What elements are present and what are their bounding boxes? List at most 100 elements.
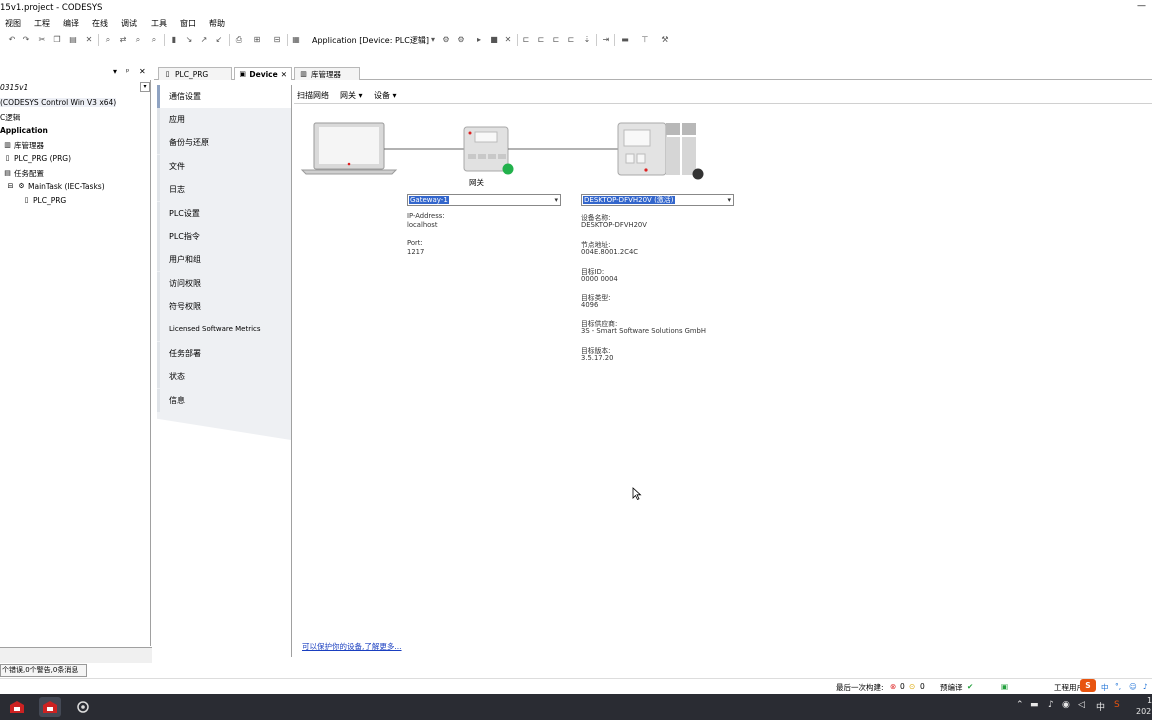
- find-replace-icon[interactable]: ⌕: [149, 34, 159, 45]
- gateway-select[interactable]: Gateway-1 ▾: [407, 194, 561, 206]
- nav-information[interactable]: 信息: [157, 389, 291, 412]
- copy-icon[interactable]: ❐: [52, 34, 62, 45]
- cut-icon[interactable]: ✂: [37, 34, 47, 45]
- step-out-icon[interactable]: ⊏: [566, 34, 576, 45]
- reset-icon[interactable]: ✕: [503, 34, 513, 45]
- write-values-icon[interactable]: ⇥: [601, 34, 611, 45]
- ime-punct-icon[interactable]: °,: [1115, 682, 1121, 691]
- nav-files[interactable]: 文件: [157, 155, 291, 178]
- active-application-label[interactable]: Application [Device: PLC逻辑]: [312, 35, 429, 46]
- menu-view[interactable]: 视图: [5, 18, 21, 29]
- menu-build[interactable]: 编译: [63, 18, 79, 29]
- microphone-icon[interactable]: ♪: [1048, 700, 1054, 710]
- volume-icon[interactable]: ◁: [1078, 700, 1085, 710]
- redo-icon[interactable]: ↷: [21, 34, 31, 45]
- build-icon[interactable]: ▦: [291, 34, 301, 45]
- bookmark-next-icon[interactable]: ↘: [184, 34, 194, 45]
- find-icon[interactable]: ⌕: [103, 34, 113, 45]
- sogou-tray-icon[interactable]: S: [1114, 700, 1120, 710]
- ime-emoji-icon[interactable]: ☺: [1129, 682, 1137, 691]
- nav-plc-shell[interactable]: PLC指令: [157, 225, 291, 248]
- tree-item-application[interactable]: Application: [0, 126, 48, 135]
- ime-logo-icon[interactable]: S: [1080, 679, 1096, 692]
- device-menu-button[interactable]: 设备 ▾: [374, 90, 397, 101]
- nav-applications[interactable]: 应用: [157, 108, 291, 131]
- menu-debug[interactable]: 调试: [121, 18, 137, 29]
- collapse-icon[interactable]: ⊟: [6, 182, 15, 191]
- gateway-menu-button[interactable]: 网关 ▾: [340, 90, 363, 101]
- close-icon[interactable]: ✕: [139, 67, 146, 76]
- run-to-cursor-icon[interactable]: ⇣: [582, 34, 592, 45]
- settings-icon[interactable]: ⚒: [660, 34, 670, 45]
- print-icon[interactable]: ⎙: [234, 34, 244, 45]
- step-over-icon[interactable]: ⊏: [536, 34, 546, 45]
- nav-task-deployment[interactable]: 任务部署: [157, 342, 291, 365]
- tree-item-plc-prg[interactable]: ▯ PLC_PRG (PRG): [3, 154, 71, 163]
- plc-device-icon[interactable]: [617, 122, 704, 180]
- tab-device[interactable]: ▣ Device ✕: [234, 67, 292, 80]
- nav-communication[interactable]: 通信设置: [157, 85, 291, 108]
- nav-licensed-metrics[interactable]: Licensed Software Metrics: [157, 318, 291, 341]
- nav-plc-settings[interactable]: PLC设置: [157, 202, 291, 225]
- messages-tab[interactable]: 个错误,0个警告,0条消息: [0, 664, 87, 677]
- tree-item-task-config[interactable]: ▤ 任务配置: [3, 168, 44, 179]
- replace-icon[interactable]: ⇄: [118, 34, 128, 45]
- tree-dropdown-icon[interactable]: ▾: [140, 82, 150, 92]
- stop-icon[interactable]: ■: [489, 34, 499, 45]
- chevron-down-icon[interactable]: ▾: [428, 34, 438, 45]
- ime-voice-icon[interactable]: ♪: [1143, 682, 1148, 691]
- tree-item-device[interactable]: (CODESYS Control Win V3 x64): [0, 98, 116, 107]
- clock-time[interactable]: 1: [1147, 696, 1152, 705]
- tree-item-maintask[interactable]: ⊟ ⚙ MainTask (IEC-Tasks): [6, 182, 105, 191]
- tree-item-plc-prg-call[interactable]: ▯ PLC_PRG: [22, 196, 67, 205]
- taskbar-codesys-icon[interactable]: [6, 697, 28, 717]
- new-folder-icon[interactable]: ⊟: [272, 34, 282, 45]
- network-icon[interactable]: ◉: [1062, 700, 1070, 710]
- taskbar-codesys-active-icon[interactable]: [39, 697, 61, 717]
- tree-item-plc-logic[interactable]: C逻辑: [0, 112, 20, 123]
- menu-tools[interactable]: 工具: [151, 18, 167, 29]
- bookmark-icon[interactable]: ▮: [169, 34, 179, 45]
- minimize-button[interactable]: —: [1137, 1, 1146, 11]
- tab-plc-prg[interactable]: ▯ PLC_PRG: [158, 67, 232, 80]
- menu-window[interactable]: 窗口: [180, 18, 196, 29]
- run-icon[interactable]: ▸: [474, 34, 484, 45]
- nav-access-rights[interactable]: 访问权限: [157, 272, 291, 295]
- protect-device-link[interactable]: 可以保护你的设备,了解更多...: [302, 641, 402, 652]
- pin-icon[interactable]: ᵖ: [126, 67, 129, 76]
- nav-log[interactable]: 日志: [157, 178, 291, 201]
- menu-help[interactable]: 帮助: [209, 18, 225, 29]
- force-values-icon[interactable]: ▬: [620, 34, 630, 45]
- login-icon[interactable]: ⚙: [441, 34, 451, 45]
- tab-library-manager[interactable]: ▥ 库管理器: [294, 67, 360, 80]
- panel-menu-icon[interactable]: ▾: [113, 67, 117, 76]
- unforce-icon[interactable]: ⊤: [640, 34, 650, 45]
- ime-chinese-icon[interactable]: 中: [1101, 682, 1109, 693]
- battery-icon[interactable]: ▬: [1030, 700, 1039, 710]
- device-select[interactable]: DESKTOP-DFVH20V (激活) ▾: [581, 194, 734, 206]
- logout-icon[interactable]: ⚙: [456, 34, 466, 45]
- bookmark-prev-icon[interactable]: ↗: [199, 34, 209, 45]
- gateway-icon[interactable]: [463, 126, 514, 175]
- project-icon[interactable]: ▣: [1001, 682, 1008, 691]
- delete-icon[interactable]: ✕: [84, 34, 94, 45]
- nav-status[interactable]: 状态: [157, 365, 291, 388]
- menu-project[interactable]: 工程: [34, 18, 50, 29]
- close-icon[interactable]: ✕: [281, 69, 287, 80]
- nav-backup-restore[interactable]: 备份与还原: [157, 131, 291, 154]
- menu-online[interactable]: 在线: [92, 18, 108, 29]
- chevron-up-icon[interactable]: ⌃: [1016, 700, 1024, 710]
- breakpoint-icon[interactable]: ⊏: [521, 34, 531, 45]
- nav-users-groups[interactable]: 用户和组: [157, 248, 291, 271]
- taskbar-gateway-icon[interactable]: [72, 697, 94, 717]
- tree-item-project[interactable]: 0315v1: [0, 83, 28, 92]
- undo-icon[interactable]: ↶: [7, 34, 17, 45]
- paste-icon[interactable]: ▤: [68, 34, 78, 45]
- scan-network-button[interactable]: 扫描网络: [297, 90, 329, 101]
- clock-date[interactable]: 202: [1136, 707, 1151, 716]
- tree-item-library-manager[interactable]: ▥ 库管理器: [3, 140, 44, 151]
- ime-indicator-icon[interactable]: 中: [1096, 700, 1105, 713]
- bookmark-clear-icon[interactable]: ↙: [214, 34, 224, 45]
- add-object-icon[interactable]: ⊞: [252, 34, 262, 45]
- step-into-icon[interactable]: ⊏: [551, 34, 561, 45]
